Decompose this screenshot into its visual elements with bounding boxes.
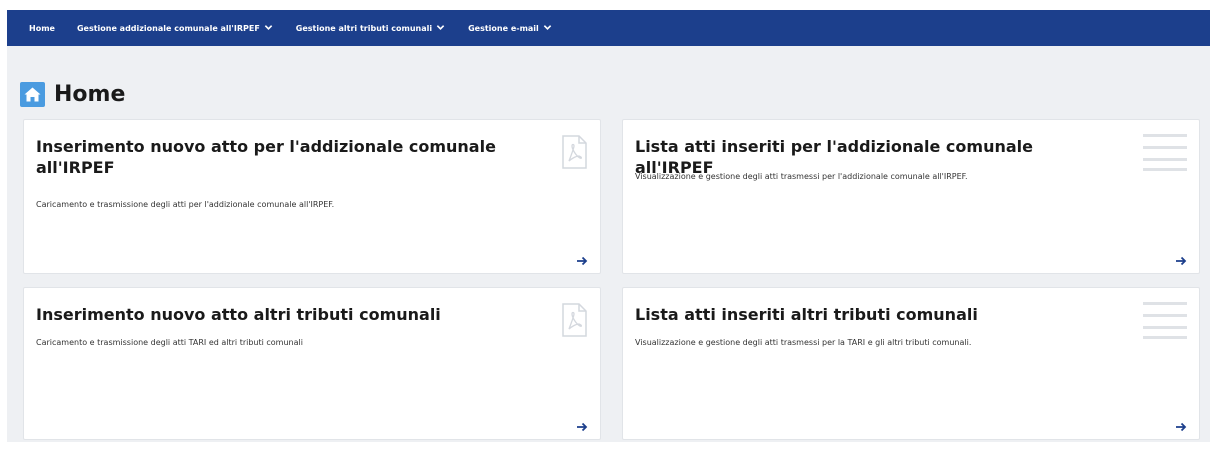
chevron-down-icon: [264, 23, 274, 33]
card-new-irpef-act[interactable]: Inserimento nuovo atto per l'addizionale…: [23, 119, 601, 274]
page-title: Home: [54, 82, 126, 107]
chevron-down-icon: [543, 23, 553, 33]
pdf-document-icon: [561, 135, 587, 173]
card-title: Lista atti inseriti altri tributi comuna…: [635, 305, 978, 324]
list-icon: [1143, 133, 1187, 175]
nav-item-altri-tributi[interactable]: Gestione altri tributi comunali: [296, 23, 446, 33]
nav-item-home[interactable]: Home: [29, 24, 55, 33]
chevron-down-icon: [436, 23, 446, 33]
card-new-altri-tributi-act[interactable]: Inserimento nuovo atto altri tributi com…: [23, 287, 601, 440]
nav-item-label: Gestione e-mail: [468, 23, 539, 33]
nav-item-label: Gestione altri tributi comunali: [295, 23, 433, 33]
card-description: Visualizzazione e gestione degli atti tr…: [635, 172, 968, 181]
card-description: Visualizzazione e gestione degli atti tr…: [635, 338, 972, 347]
pdf-document-icon: [561, 303, 587, 341]
arrow-right-icon[interactable]: [576, 417, 588, 432]
card-title: Inserimento nuovo atto per l'addizionale…: [36, 137, 496, 177]
nav-item-addizionale-irpef[interactable]: Gestione addizionale comunale all'IRPEF: [77, 23, 274, 33]
nav-item-email[interactable]: Gestione e-mail: [468, 23, 553, 33]
card-list-altri-tributi-acts[interactable]: Lista atti inseriti altri tributi comuna…: [622, 287, 1200, 440]
card-list-irpef-acts[interactable]: Lista atti inseriti per l'addizionale co…: [622, 119, 1200, 274]
nav-item-label: Gestione addizionale comunale all'IRPEF: [76, 23, 260, 33]
card-description: Caricamento e trasmissione degli atti TA…: [36, 338, 303, 347]
app-frame: Home Gestione addizionale comunale all'I…: [7, 10, 1210, 442]
page-header: Home: [20, 82, 125, 107]
home-icon: [20, 82, 45, 107]
arrow-right-icon[interactable]: [1175, 251, 1187, 266]
nav-item-label: Home: [29, 23, 55, 33]
card-description: Caricamento e trasmissione degli atti pe…: [36, 200, 335, 209]
arrow-right-icon[interactable]: [576, 251, 588, 266]
card-title: Inserimento nuovo atto altri tributi com…: [36, 305, 441, 324]
list-icon: [1143, 301, 1187, 343]
top-navbar: Home Gestione addizionale comunale all'I…: [7, 10, 1210, 46]
arrow-right-icon[interactable]: [1175, 417, 1187, 432]
